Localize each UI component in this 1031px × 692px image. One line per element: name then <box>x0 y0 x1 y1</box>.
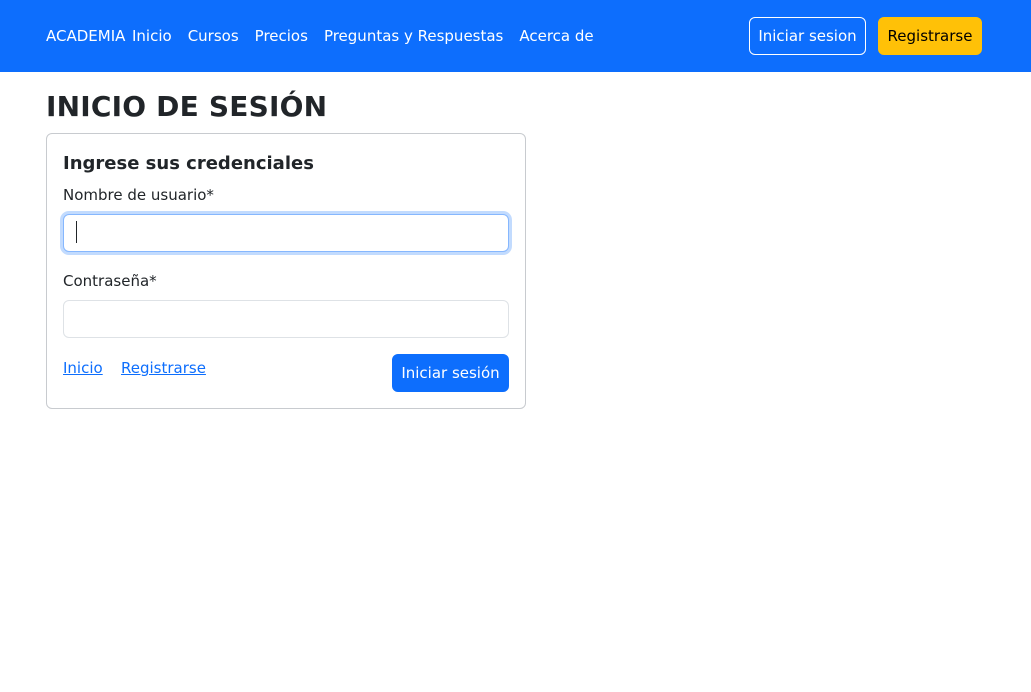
top-navbar: ACADEMIA Inicio Cursos Precios Preguntas… <box>0 0 1031 72</box>
nav-link-acerca[interactable]: Acerca de <box>519 26 593 46</box>
password-label: Contraseña* <box>63 272 157 290</box>
nav-link-precios[interactable]: Precios <box>255 26 308 46</box>
username-input[interactable] <box>63 214 509 252</box>
nav-link-inicio[interactable]: Inicio <box>132 26 172 46</box>
card-title: Ingrese sus credenciales <box>63 153 314 174</box>
submit-login-button[interactable]: Iniciar sesión <box>392 354 509 392</box>
password-input[interactable] <box>63 300 509 338</box>
nav-link-preguntas[interactable]: Preguntas y Respuestas <box>324 26 503 46</box>
username-label: Nombre de usuario* <box>63 186 214 204</box>
login-card: Ingrese sus credenciales Nombre de usuar… <box>46 133 526 409</box>
nav-links: Inicio Cursos Precios Preguntas y Respue… <box>132 26 594 46</box>
text-caret <box>76 221 77 243</box>
register-link[interactable]: Registrarse <box>121 358 206 378</box>
nav-link-cursos[interactable]: Cursos <box>188 26 239 46</box>
home-link[interactable]: Inicio <box>63 358 103 378</box>
page-title: INICIO DE SESIÓN <box>46 90 328 123</box>
nav-register-button[interactable]: Registrarse <box>878 17 982 55</box>
nav-login-button[interactable]: Iniciar sesion <box>749 17 866 55</box>
brand-logo-link[interactable]: ACADEMIA <box>46 26 125 46</box>
